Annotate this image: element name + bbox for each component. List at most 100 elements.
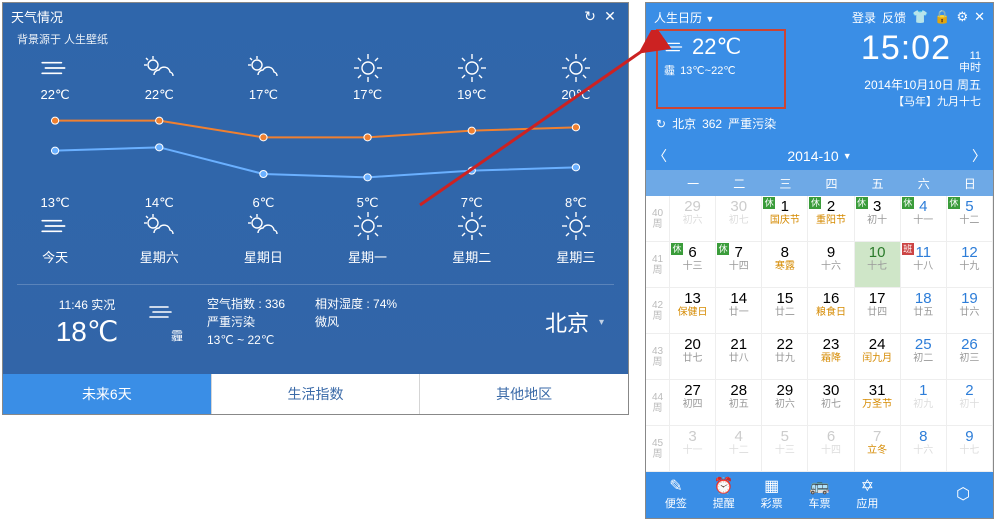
- week-number: 44周: [646, 380, 670, 426]
- weather-tab[interactable]: 其他地区: [420, 374, 628, 414]
- calendar-cell[interactable]: 16粮食日: [808, 288, 854, 334]
- day-label: 星期二: [424, 247, 519, 266]
- login-link[interactable]: 登录: [852, 9, 876, 26]
- weather-tabs: 未来6天生活指数其他地区: [3, 374, 628, 414]
- lock-icon[interactable]: 🔒: [934, 9, 950, 25]
- weather-tab[interactable]: 未来6天: [3, 374, 212, 414]
- toolbar-应用[interactable]: ✡应用: [843, 479, 891, 511]
- forecast-day: 星期三: [528, 241, 623, 266]
- clock-slot-name: 申时: [959, 62, 981, 74]
- calendar-cell[interactable]: 23霜降: [808, 334, 854, 380]
- app-close-icon[interactable]: ✕: [974, 9, 985, 25]
- calendar-cell[interactable]: 13保健日: [670, 288, 716, 334]
- calendar-cell[interactable]: 24闰九月: [855, 334, 901, 380]
- prev-month-button[interactable]: 〈: [646, 142, 674, 170]
- toolbar-提醒[interactable]: ⏰提醒: [700, 479, 748, 511]
- city-aqi-line[interactable]: ↻ 北京 362 严重污染: [656, 115, 983, 132]
- next-month-button[interactable]: 〉: [965, 142, 993, 170]
- dow-cell: 三: [762, 175, 808, 192]
- calendar-cell[interactable]: 休3初十: [855, 196, 901, 242]
- calendar-week: 44周27初四28初五29初六30初七31万圣节1初九2初十: [646, 380, 993, 426]
- summary-range: 13℃~22℃: [680, 65, 736, 77]
- toolbar-便签[interactable]: ✎便签: [652, 479, 700, 511]
- calendar-cell[interactable]: 休2重阳节: [808, 196, 854, 242]
- calendar-cell[interactable]: 1初九: [901, 380, 947, 426]
- calendar-cell[interactable]: 休5十二: [947, 196, 993, 242]
- app-title: 人生日历 ▼: [654, 9, 846, 26]
- aqi-value: 362: [702, 117, 722, 131]
- lo-temp: 5℃: [320, 195, 415, 211]
- calendar-cell[interactable]: 休7十四: [716, 242, 762, 288]
- refresh-icon[interactable]: ↻: [580, 8, 600, 25]
- calendar-cell[interactable]: 9十七: [947, 426, 993, 472]
- calendar-cell[interactable]: 10十七: [855, 242, 901, 288]
- day-label: 星期六: [112, 247, 207, 266]
- calendar-cell[interactable]: 21廿八: [716, 334, 762, 380]
- calendar-cell[interactable]: 6十四: [808, 426, 854, 472]
- city-name[interactable]: 北京: [545, 306, 589, 338]
- calendar-cell[interactable]: 8寒露: [762, 242, 808, 288]
- calendar-cell[interactable]: 17廿四: [855, 288, 901, 334]
- city-dropdown-icon[interactable]: ▾: [599, 317, 604, 328]
- dow-cell: 六: [901, 175, 947, 192]
- sun-icon: [424, 53, 519, 83]
- calendar-cell[interactable]: 29初六: [670, 196, 716, 242]
- weather-panel: 天气情况 ↻ ✕ 背景源于 人生壁纸 22℃ 22℃ 17℃ 17℃ 19℃ 2…: [2, 2, 629, 415]
- feedback-link[interactable]: 反馈: [882, 9, 906, 26]
- calendar-cell[interactable]: 27初四: [670, 380, 716, 426]
- calendar-cell[interactable]: 31万圣节: [855, 380, 901, 426]
- calendar-cell[interactable]: 班11十八: [901, 242, 947, 288]
- calendar-cell[interactable]: 2初十: [947, 380, 993, 426]
- clock-slot-num: 11: [970, 50, 981, 62]
- month-label[interactable]: 2014-10: [787, 148, 838, 164]
- calendar-cell[interactable]: 30初七: [808, 380, 854, 426]
- calendar-cell[interactable]: 休6十三: [670, 242, 716, 288]
- toolbar-车票[interactable]: 🚌车票: [796, 479, 844, 511]
- refresh-icon[interactable]: ↻: [656, 117, 666, 131]
- current-condition: 霾: [147, 327, 207, 344]
- calendar-cell[interactable]: 4十二: [716, 426, 762, 472]
- hi-temp: 17℃: [216, 87, 311, 103]
- calendar-cell[interactable]: 19廿六: [947, 288, 993, 334]
- sun-icon: [528, 211, 623, 241]
- calendar-cell[interactable]: 15廿二: [762, 288, 808, 334]
- calendar-cell[interactable]: 休1国庆节: [762, 196, 808, 242]
- lo-temp: 13℃: [8, 195, 103, 211]
- calendar-cell[interactable]: 30初七: [716, 196, 762, 242]
- toolbar-icon: ⏰: [700, 479, 748, 495]
- calendar-cell[interactable]: 7立冬: [855, 426, 901, 472]
- title-dropdown-icon[interactable]: ▼: [705, 14, 714, 24]
- dropbox-icon[interactable]: ⬡: [939, 487, 987, 503]
- calendar-cell[interactable]: 3十一: [670, 426, 716, 472]
- shirt-icon[interactable]: 👕: [912, 9, 928, 25]
- haze-icon: [8, 53, 103, 83]
- calendar-cell[interactable]: 20廿七: [670, 334, 716, 380]
- rest-badge: 休: [902, 197, 914, 209]
- settings-icon[interactable]: ⚙: [956, 9, 968, 25]
- calendar-cell[interactable]: 25初二: [901, 334, 947, 380]
- dow-cell: 四: [808, 175, 854, 192]
- calendar-cell[interactable]: 12十九: [947, 242, 993, 288]
- calendar-cell[interactable]: 8十六: [901, 426, 947, 472]
- calendar-cell[interactable]: 29初六: [762, 380, 808, 426]
- forecast-day: 19℃: [424, 53, 519, 103]
- calendar-cell[interactable]: 28初五: [716, 380, 762, 426]
- calendar-cell[interactable]: 5十三: [762, 426, 808, 472]
- forecast-day: 星期六: [112, 241, 207, 266]
- calendar-cell[interactable]: 18廿五: [901, 288, 947, 334]
- forecast-hi-row: 22℃ 22℃ 17℃ 17℃ 19℃ 20℃: [3, 53, 628, 103]
- calendar-cell[interactable]: 22廿九: [762, 334, 808, 380]
- month-dropdown-icon[interactable]: ▼: [843, 151, 852, 161]
- weather-summary-box[interactable]: 22℃ 霾 13℃~22℃: [656, 29, 786, 109]
- hi-temp: 19℃: [424, 87, 519, 103]
- weather-tab[interactable]: 生活指数: [212, 374, 421, 414]
- calendar-cell[interactable]: 14廿一: [716, 288, 762, 334]
- calendar-cell[interactable]: 26初三: [947, 334, 993, 380]
- week-number: 42周: [646, 288, 670, 334]
- calendar-cell[interactable]: 9十六: [808, 242, 854, 288]
- toolbar-彩票[interactable]: ▦彩票: [748, 479, 796, 511]
- calendar-cell[interactable]: 休4十一: [901, 196, 947, 242]
- forecast-day: 今天: [8, 241, 103, 266]
- dow-cell: 五: [855, 175, 901, 192]
- close-icon[interactable]: ✕: [600, 8, 620, 25]
